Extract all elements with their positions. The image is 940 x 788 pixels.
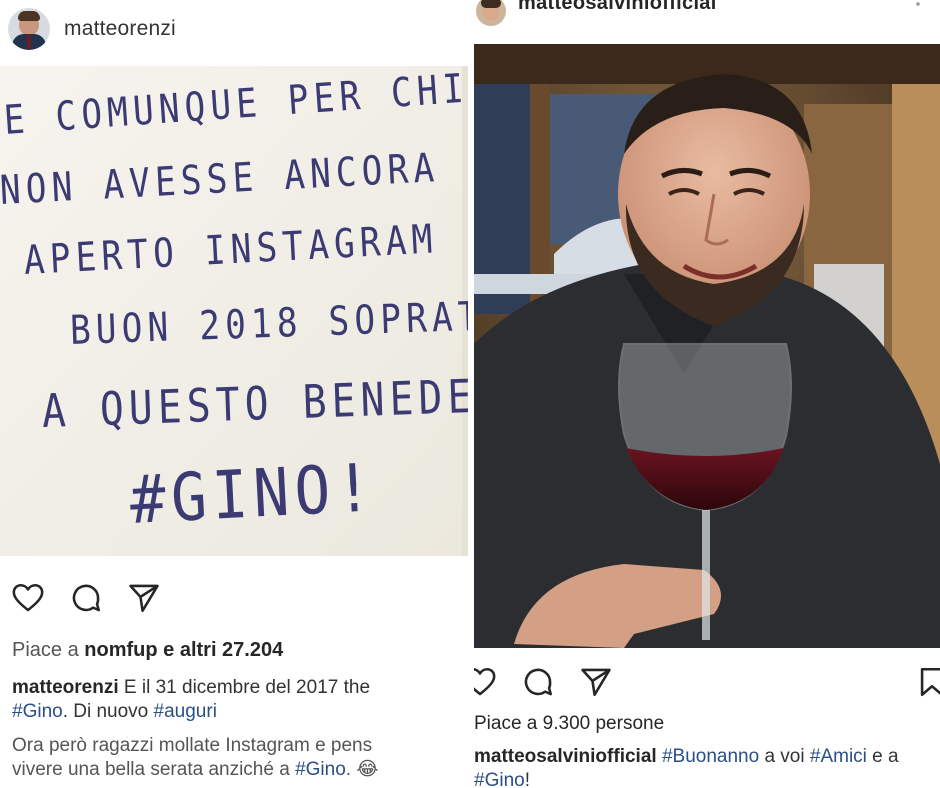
hashtag-link[interactable]: #auguri bbox=[154, 701, 217, 722]
caption-username[interactable]: matteosalviniofficial bbox=[474, 746, 657, 767]
username[interactable]: matteosalviniofficial bbox=[518, 0, 717, 15]
action-bar bbox=[474, 662, 940, 702]
hashtag-link[interactable]: #Gino bbox=[474, 770, 525, 788]
hashtag-link[interactable]: #Buonanno bbox=[662, 746, 759, 767]
post-image: E COMUNQUE PER CHI NON AVESSE ANCORA APE… bbox=[0, 66, 468, 556]
comment-icon[interactable] bbox=[518, 662, 558, 702]
more-options-icon[interactable] bbox=[906, 0, 930, 16]
post-image bbox=[474, 44, 940, 648]
post-caption: matteosalviniofficial #Buonanno a voi #A… bbox=[474, 745, 940, 788]
caption-username[interactable]: matteorenzi bbox=[12, 677, 119, 698]
avatar[interactable] bbox=[476, 0, 506, 26]
hashtag-link[interactable]: #Amici bbox=[810, 746, 867, 767]
bookmark-icon[interactable] bbox=[912, 662, 940, 702]
username[interactable]: matteorenzi bbox=[64, 17, 176, 41]
right-post: matteosalviniofficial Piace a 9.300 pers… bbox=[474, 0, 940, 788]
comment-icon[interactable] bbox=[66, 578, 106, 618]
avatar[interactable] bbox=[8, 8, 50, 50]
post-header: matteorenzi bbox=[0, 0, 468, 58]
heart-icon[interactable] bbox=[474, 662, 500, 702]
note-line: #GINO! bbox=[127, 449, 379, 539]
send-icon[interactable] bbox=[576, 662, 616, 702]
post-comment: Ora però ragazzi mollate Instagram e pen… bbox=[12, 735, 379, 780]
hashtag-link[interactable]: #Gino bbox=[295, 759, 346, 780]
action-bar bbox=[8, 578, 182, 618]
heart-icon[interactable] bbox=[8, 578, 48, 618]
send-icon[interactable] bbox=[124, 578, 164, 618]
post-header: matteosalviniofficial bbox=[474, 0, 940, 30]
likes-count[interactable]: Piace a 9.300 persone bbox=[474, 713, 664, 735]
hashtag-link[interactable]: #Gino bbox=[12, 701, 63, 722]
liker-username[interactable]: nomfup bbox=[84, 639, 157, 661]
left-post: matteorenzi E COMUNQUE PER CHI NON AVESS… bbox=[0, 0, 468, 788]
likes-count[interactable]: Piace a nomfup e altri 27.204 bbox=[12, 639, 283, 662]
post-caption: matteorenzi E il 31 dicembre del 2017 th… bbox=[12, 677, 371, 722]
